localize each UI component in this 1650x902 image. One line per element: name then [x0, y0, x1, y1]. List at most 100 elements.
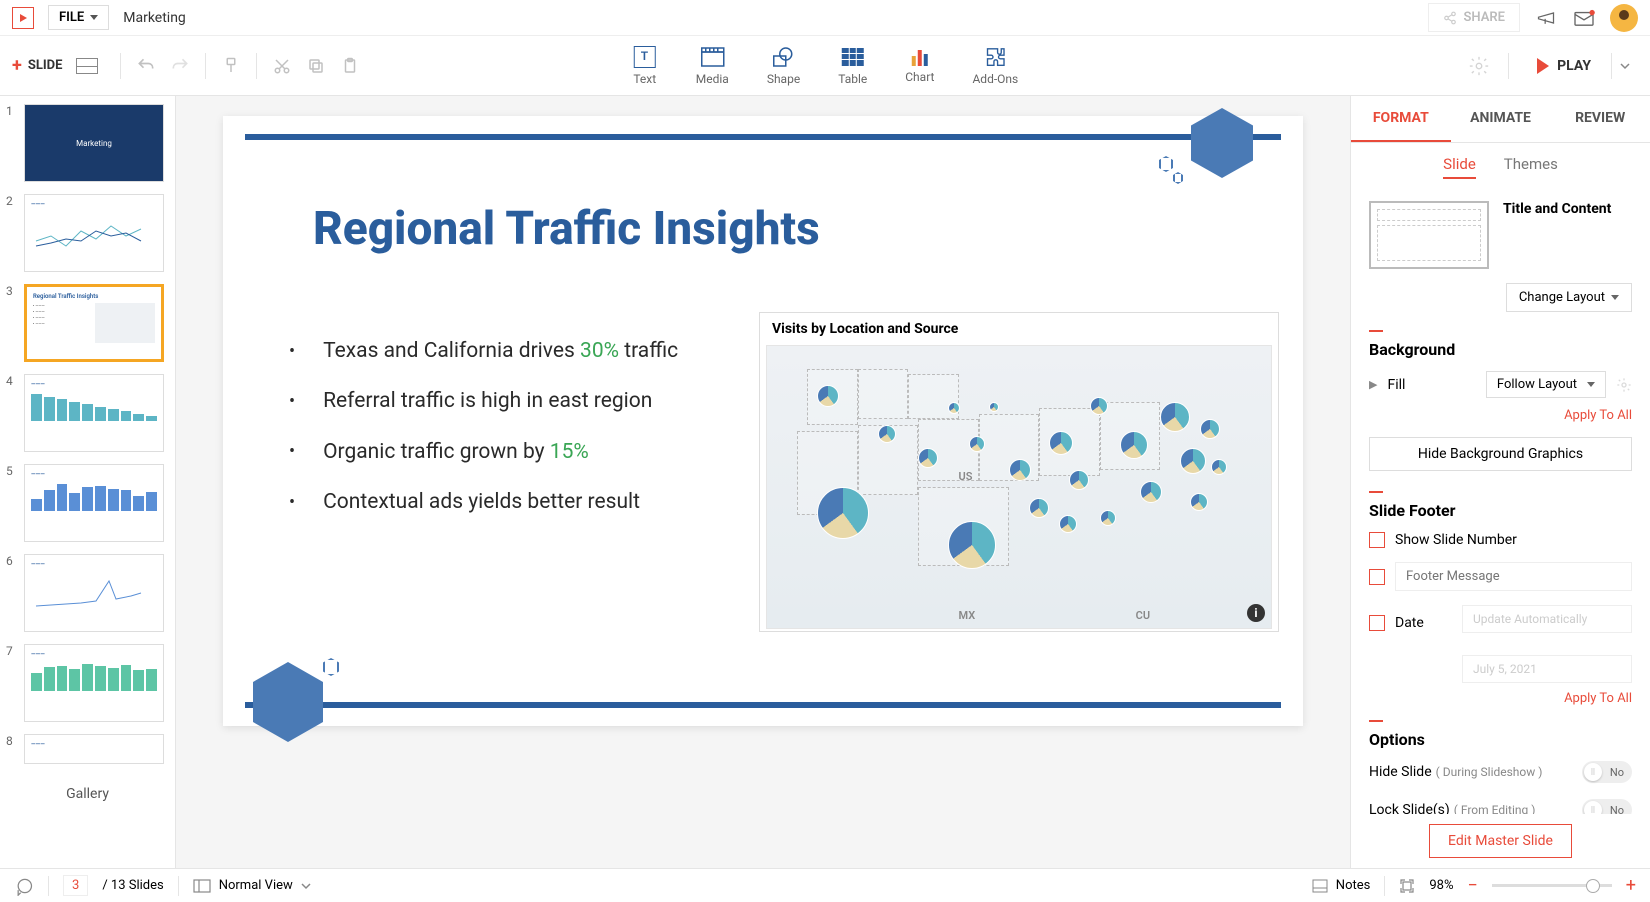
insert-media[interactable]: Media [696, 46, 729, 86]
megaphone-icon[interactable] [1534, 6, 1558, 30]
text-icon [634, 46, 656, 68]
current-slide[interactable]: Regional Traffic Insights Texas and Cali… [223, 116, 1303, 726]
add-slide-button[interactable]: +SLIDE [12, 55, 76, 76]
view-mode-select[interactable]: Normal View [193, 878, 311, 893]
slide-bullets[interactable]: Texas and California drives 30% traffic … [289, 326, 678, 528]
section-background: Background [1369, 340, 1632, 359]
play-dropdown[interactable] [1611, 53, 1638, 79]
thumbnail-5[interactable]: ——— [24, 464, 164, 542]
plus-icon: + [12, 55, 22, 76]
gallery-button[interactable]: Gallery [6, 776, 169, 812]
hexagon-decoration [323, 658, 339, 676]
slide-canvas[interactable]: Regional Traffic Insights Texas and Cali… [176, 96, 1350, 868]
insert-text[interactable]: Text [632, 46, 658, 86]
presentation-title[interactable]: Marketing [123, 10, 186, 26]
hide-slide-toggle[interactable]: No [1582, 761, 1632, 783]
user-avatar[interactable] [1610, 4, 1638, 32]
cut-icon[interactable] [271, 55, 293, 77]
chevron-right-icon[interactable]: ▶ [1369, 378, 1377, 391]
date-mode-select[interactable]: Update Automatically [1462, 605, 1632, 633]
hide-background-button[interactable]: Hide Background Graphics [1369, 437, 1632, 471]
date-value-select[interactable]: July 5, 2021 [1462, 655, 1632, 683]
share-button[interactable]: SHARE [1428, 3, 1520, 32]
thumbnail-4[interactable]: ——— [24, 374, 164, 452]
current-slide-number[interactable]: 3 [63, 875, 88, 896]
insert-addons[interactable]: Add-Ons [972, 46, 1018, 86]
lock-slide-label: Lock Slide(s) [1369, 802, 1450, 814]
fill-label: Fill [1387, 377, 1475, 393]
footer-message-checkbox[interactable] [1369, 569, 1385, 585]
notes-toggle[interactable]: Notes [1312, 878, 1371, 893]
zoom-out-button[interactable]: − [1467, 875, 1477, 896]
slide-thumbnails: 1Marketing 2——— 3Regional Traffic Insigh… [0, 96, 176, 868]
date-label: Date [1395, 615, 1424, 631]
paste-icon[interactable] [339, 55, 361, 77]
hexagon-decoration [1159, 156, 1173, 172]
subtab-themes[interactable]: Themes [1504, 155, 1558, 179]
fill-settings-icon[interactable] [1616, 377, 1632, 393]
edit-master-button[interactable]: Edit Master Slide [1429, 824, 1572, 858]
hexagon-decoration [1173, 172, 1183, 184]
insert-chart[interactable]: Chart [905, 46, 934, 86]
redo-icon[interactable] [169, 55, 191, 77]
hexagon-decoration [253, 662, 323, 742]
tab-review[interactable]: REVIEW [1550, 96, 1650, 142]
date-checkbox[interactable] [1369, 615, 1385, 631]
apply-to-all-footer-link[interactable]: Apply To All [1369, 691, 1632, 706]
file-menu[interactable]: FILE [48, 5, 109, 30]
envelope-icon[interactable] [1572, 6, 1596, 30]
status-bar: 3 / 13 Slides Normal View Notes 98% − + [0, 868, 1650, 902]
table-icon [840, 46, 866, 68]
hexagon-decoration [1191, 108, 1253, 178]
apply-to-all-link[interactable]: Apply To All [1369, 408, 1632, 423]
gear-icon[interactable] [1468, 55, 1490, 77]
tab-format[interactable]: FORMAT [1351, 96, 1451, 142]
footer-message-input[interactable] [1395, 562, 1632, 591]
total-slides: / 13 Slides [102, 878, 163, 893]
shape-icon [771, 46, 797, 68]
zoom-slider[interactable] [1492, 884, 1612, 887]
tab-animate[interactable]: ANIMATE [1451, 96, 1551, 142]
section-options: Options [1369, 730, 1632, 749]
fill-select[interactable]: Follow Layout [1486, 371, 1606, 398]
hide-slide-label: Hide Slide [1369, 764, 1432, 780]
zoom-level[interactable]: 98% [1429, 878, 1453, 893]
layout-icon[interactable] [76, 58, 98, 74]
format-panel: FORMAT ANIMATE REVIEW Slide Themes Title… [1350, 96, 1650, 868]
section-slide-footer: Slide Footer [1369, 501, 1632, 520]
layout-preview-thumb [1369, 201, 1489, 269]
app-logo[interactable] [12, 7, 34, 29]
play-button[interactable]: PLAY [1527, 52, 1601, 80]
share-icon [1443, 11, 1457, 25]
thumbnail-6[interactable]: ——— [24, 554, 164, 632]
copy-icon[interactable] [305, 55, 327, 77]
layout-name: Title and Content [1503, 201, 1611, 217]
zoom-in-button[interactable]: + [1626, 875, 1636, 896]
hide-slide-sublabel: ( During Slideshow ) [1436, 765, 1543, 779]
fit-icon[interactable] [1399, 878, 1415, 894]
undo-icon[interactable] [135, 55, 157, 77]
slide-title-text[interactable]: Regional Traffic Insights [313, 202, 820, 256]
thumbnail-7[interactable]: ——— [24, 644, 164, 722]
insert-shape[interactable]: Shape [767, 46, 800, 86]
show-slide-number-label: Show Slide Number [1395, 532, 1517, 548]
thumbnail-3[interactable]: Regional Traffic Insights• ———• ———• ———… [24, 284, 164, 362]
thumbnail-8[interactable]: ——— [24, 734, 164, 764]
subtab-slide[interactable]: Slide [1443, 155, 1476, 179]
media-icon [699, 46, 725, 68]
play-icon [1537, 58, 1549, 74]
info-icon[interactable]: i [1247, 604, 1265, 622]
lock-slide-sublabel: ( From Editing ) [1454, 803, 1536, 814]
show-slide-number-checkbox[interactable] [1369, 532, 1385, 548]
change-layout-button[interactable]: Change Layout [1506, 283, 1632, 312]
thumbnail-2[interactable]: ——— [24, 194, 164, 272]
map-title: Visits by Location and Source [760, 313, 1278, 345]
insert-table[interactable]: Table [838, 46, 867, 86]
comments-icon[interactable] [14, 876, 34, 896]
map-chart[interactable]: Visits by Location and Source [759, 312, 1279, 632]
addons-icon [982, 46, 1008, 68]
chart-icon [907, 46, 933, 66]
lock-slide-toggle[interactable]: No [1582, 799, 1632, 814]
format-painter-icon[interactable] [220, 55, 242, 77]
thumbnail-1[interactable]: Marketing [24, 104, 164, 182]
